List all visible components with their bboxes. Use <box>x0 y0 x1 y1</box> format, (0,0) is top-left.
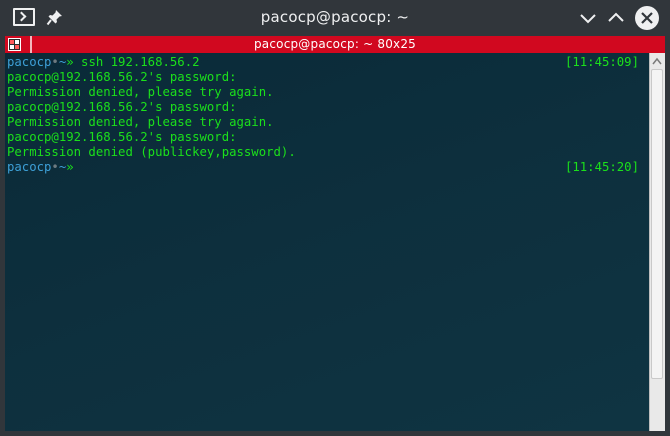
prompt-dot: • <box>51 55 59 69</box>
output-line: pacocp@192.168.56.2's password: <box>7 70 237 84</box>
title-bar[interactable]: pacocp@pacocp: ~ <box>0 0 670 36</box>
command-text: ssh 192.168.56.2 <box>73 55 200 69</box>
prompt-arrow: » <box>66 160 74 174</box>
output-line: pacocp@192.168.56.2's password: <box>7 100 237 114</box>
scrollbar-thumb[interactable] <box>651 69 663 379</box>
session-tab-title[interactable]: pacocp@pacocp: ~ 80x25 <box>5 37 665 51</box>
output-line: pacocp@192.168.56.2's password: <box>7 130 237 144</box>
output-line: Permission denied (publickey,password). <box>7 145 296 159</box>
prompt-timestamp: [11:45:20] <box>564 160 639 174</box>
prompt-line: pacocp•~» <box>7 160 74 175</box>
terminal-output[interactable]: [11:45:09] pacocp•~» ssh 192.168.56.2 paco… <box>5 53 649 431</box>
scrollbar-border <box>649 53 650 431</box>
prompt-timestamp: [11:45:09] <box>564 55 639 69</box>
prompt-user: pacocp <box>7 55 52 69</box>
close-icon[interactable] <box>635 6 659 30</box>
prompt-arrow: » <box>66 55 74 69</box>
prompt-dot: • <box>51 160 59 174</box>
output-line: Permission denied, please try again. <box>7 115 274 129</box>
prompt-user: pacocp <box>7 160 52 174</box>
scroll-up-arrow-icon[interactable] <box>652 57 662 65</box>
prompt-line: pacocp•~» ssh 192.168.56.2 <box>7 55 200 70</box>
window-title: pacocp@pacocp: ~ <box>260 8 410 26</box>
konsole-window: pacocp@pacocp: ~ pacocp@pacocp: ~ 80x25 … <box>0 0 670 436</box>
scrollbar[interactable] <box>649 53 665 431</box>
output-line: Permission denied, please try again. <box>7 85 274 99</box>
maximize-icon[interactable] <box>605 7 627 29</box>
minimize-icon[interactable] <box>577 7 599 29</box>
window-bottom-border <box>0 431 670 436</box>
session-tab-bar[interactable]: pacocp@pacocp: ~ 80x25 <box>5 36 665 53</box>
